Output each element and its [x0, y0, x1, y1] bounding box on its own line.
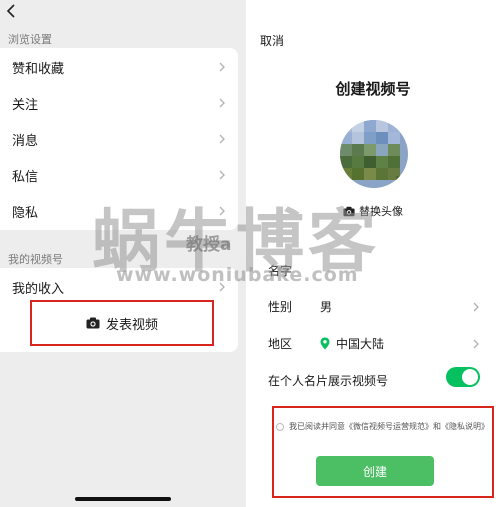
toggle-knob	[462, 369, 478, 385]
chevron-right-icon	[219, 98, 225, 108]
menu-item-label: 消息	[12, 133, 39, 149]
location-pin-icon	[320, 337, 330, 350]
menu-item-follow[interactable]: 关注	[12, 85, 226, 121]
back-arrow-icon[interactable]	[4, 3, 20, 19]
watermark-url: www.woniubake.com	[116, 264, 359, 286]
menu-item-label: 我的收入	[12, 281, 65, 297]
page-title: 创建视频号	[335, 80, 411, 98]
highlight-box-create	[272, 406, 494, 498]
region-label: 地区	[268, 337, 293, 351]
gender-field[interactable]: 性别 男	[268, 298, 480, 315]
chevron-right-icon	[473, 339, 479, 348]
show-on-card-label: 在个人名片展示视频号	[268, 374, 389, 388]
section-title-channels: 我的视频号	[8, 253, 63, 266]
menu-item-likes[interactable]: 赞和收藏	[12, 49, 226, 85]
section-title-browse: 浏览设置	[8, 33, 52, 46]
chevron-right-icon	[473, 302, 479, 311]
gender-label: 性别	[268, 300, 293, 314]
cancel-button[interactable]: 取消	[260, 32, 284, 49]
home-indicator	[75, 497, 171, 501]
highlight-box-publish	[30, 300, 214, 346]
menu-item-label: 隐私	[12, 205, 39, 221]
menu-item-label: 关注	[12, 97, 39, 113]
gender-value: 男	[320, 300, 333, 314]
menu-item-label: 私信	[12, 169, 39, 185]
chevron-right-icon	[219, 134, 225, 144]
chevron-right-icon	[219, 62, 225, 72]
avatar[interactable]	[340, 120, 408, 188]
menu-item-label: 赞和收藏	[12, 61, 65, 77]
show-on-card-toggle[interactable]	[446, 367, 480, 387]
chevron-right-icon	[219, 170, 225, 180]
watermark-subtitle: 教授a	[186, 235, 232, 255]
region-field[interactable]: 地区 中国大陆	[268, 335, 480, 352]
region-value: 中国大陆	[336, 337, 385, 351]
menu-item-messages[interactable]: 消息	[12, 121, 226, 157]
